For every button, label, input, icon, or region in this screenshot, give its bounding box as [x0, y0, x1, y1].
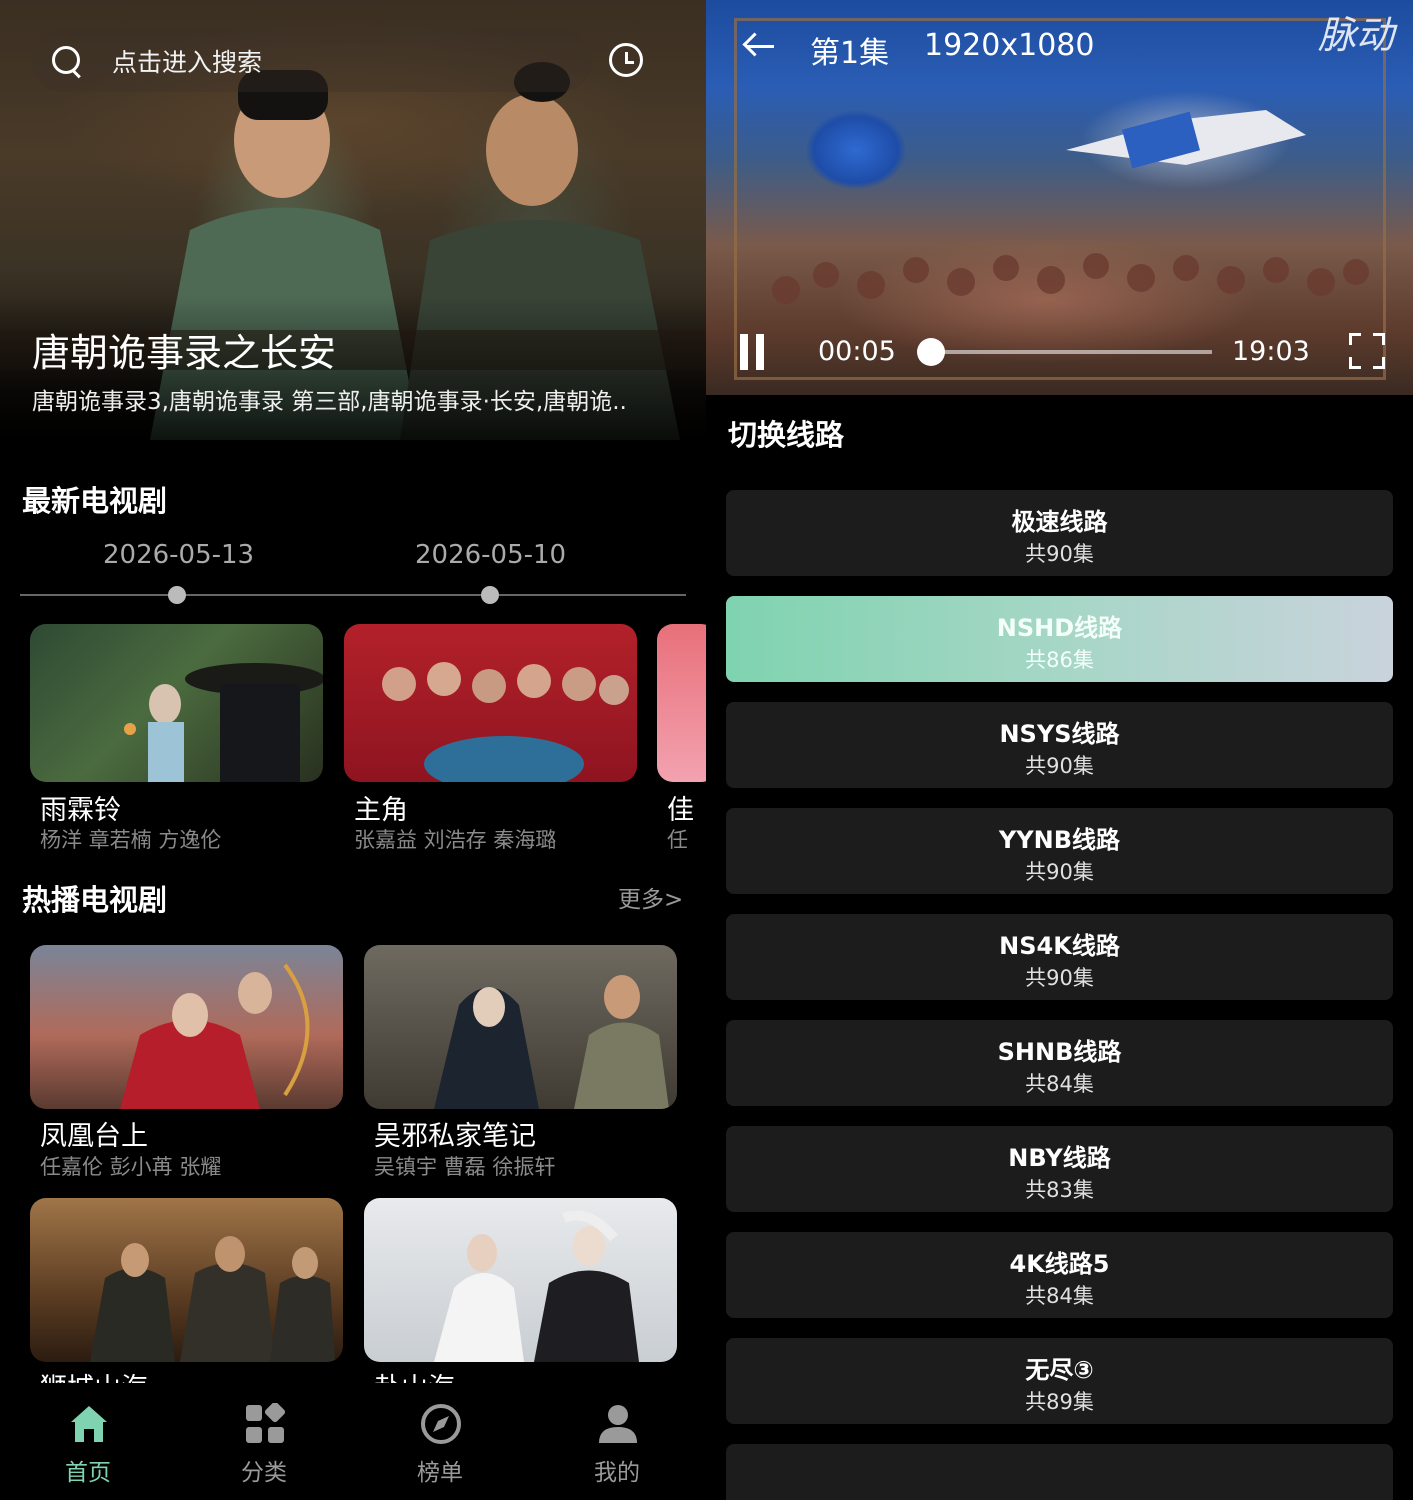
card-title[interactable]: 吴邪私家笔记 — [374, 1114, 536, 1153]
poster-latest-2[interactable] — [344, 624, 637, 782]
card-cast: 杨洋 章若楠 方逸伦 — [40, 828, 222, 852]
compass-icon — [421, 1404, 461, 1444]
poster-image — [120, 963, 310, 1109]
card-title[interactable]: 赴山海 — [374, 1366, 455, 1383]
hot-section-title: 热播电视剧 — [22, 883, 168, 917]
latest-section-title: 最新电视剧 — [22, 484, 168, 518]
route-episode-count: 共89集 — [1025, 1390, 1094, 1414]
route-option[interactable]: NSYS线路共90集 — [726, 702, 1393, 788]
poster-latest-1[interactable] — [30, 624, 323, 782]
route-list: 极速线路 共90集 NSHD线路 共86集 NSYS线路 共90集 YYNB线路 共90集 NS… — [726, 490, 1393, 1500]
route-option[interactable]: SHNB线路共84集 — [726, 1020, 1393, 1106]
nav-label: 分类 — [241, 1460, 287, 1486]
bottom-nav: 首页 分类 榜单 我的 — [0, 1383, 706, 1500]
poster-hot-3[interactable] — [30, 1198, 343, 1362]
nav-category[interactable]: 分类 — [204, 1383, 324, 1500]
route-option[interactable]: YYNB线路共90集 — [726, 808, 1393, 894]
more-link[interactable]: 更多> — [618, 880, 683, 914]
video-player[interactable]: 脉动 第1集 1920x1080 00:05 19:03 — [706, 0, 1413, 395]
fullscreen-icon[interactable] — [1349, 333, 1385, 369]
route-name: SHNB线路 — [997, 1038, 1122, 1066]
route-episode-count: 共90集 — [1025, 542, 1094, 566]
card-cast: 张嘉益 刘浩存 秦海璐 — [354, 828, 557, 852]
seek-thumb[interactable] — [917, 338, 946, 366]
seek-bar[interactable] — [917, 338, 1212, 366]
route-episode-count: 共90集 — [1025, 966, 1094, 990]
card-cast: 吴镇宇 曹磊 徐振轩 — [374, 1155, 556, 1179]
route-name: 极速线路 — [1011, 508, 1108, 536]
route-name: NSHD线路 — [996, 614, 1123, 642]
route-option[interactable]: 极速线路共90集 — [726, 490, 1393, 576]
home-icon — [71, 1406, 107, 1442]
route-episode-count: 共86集 — [1025, 648, 1094, 672]
route-episode-count: 共90集 — [1025, 754, 1094, 778]
route-option[interactable]: NS4K线路共90集 — [726, 914, 1393, 1000]
episode-label: 第1集 — [810, 36, 890, 71]
card-title[interactable]: 狮城山海 — [40, 1366, 148, 1383]
card-title[interactable]: 主角 — [354, 788, 408, 827]
route-episode-count: 共84集 — [1025, 1284, 1094, 1308]
card-cast: 任嘉伦 彭小苒 张耀 — [40, 1155, 222, 1179]
timeline-date[interactable]: 2026-05-10 — [415, 540, 566, 570]
search-icon — [50, 44, 84, 78]
route-option[interactable] — [726, 1444, 1393, 1500]
route-name: 无尽③ — [1025, 1356, 1094, 1384]
card-title[interactable]: 凤凰台上 — [40, 1114, 148, 1153]
route-name: NBY线路 — [1008, 1144, 1111, 1172]
nav-ranking[interactable]: 榜单 — [380, 1383, 500, 1500]
timeline-line — [20, 594, 686, 596]
timeline-dot[interactable] — [168, 586, 186, 604]
timeline-date[interactable]: 2026-05-13 — [103, 540, 254, 570]
user-icon — [599, 1405, 637, 1443]
route-episode-count: 共83集 — [1025, 1178, 1094, 1202]
nav-label: 首页 — [65, 1460, 111, 1486]
route-name: 4K线路5 — [1009, 1250, 1110, 1278]
time-total: 19:03 — [1232, 336, 1310, 367]
poster-image — [382, 662, 629, 782]
route-option[interactable]: NBY线路共83集 — [726, 1126, 1393, 1212]
poster-latest-3[interactable] — [657, 624, 706, 782]
timeline-dot[interactable] — [481, 586, 499, 604]
home-screen: 点击进入搜索 唐朝诡事录之长安 唐朝诡事录3,唐朝诡事录 第三部,唐朝诡事录·长… — [0, 0, 706, 1500]
route-option[interactable]: NSHD线路共86集 — [726, 596, 1393, 682]
poster-image — [124, 663, 323, 782]
poster-image — [90, 1236, 335, 1362]
card-cast: 任 — [667, 828, 688, 852]
back-arrow-icon[interactable] — [742, 30, 776, 64]
route-episode-count: 共84集 — [1025, 1072, 1094, 1096]
poster-image — [434, 975, 669, 1109]
hero-banner[interactable]: 点击进入搜索 唐朝诡事录之长安 唐朝诡事录3,唐朝诡事录 第三部,唐朝诡事录·长… — [0, 0, 706, 445]
video-frame-border — [734, 18, 1386, 380]
nav-label: 榜单 — [417, 1460, 463, 1486]
nav-label: 我的 — [594, 1460, 640, 1486]
route-episode-count: 共90集 — [1025, 860, 1094, 884]
card-title[interactable]: 佳 — [667, 788, 706, 827]
routes-title: 切换线路 — [728, 418, 845, 452]
search-placeholder: 点击进入搜索 — [112, 48, 263, 77]
nav-profile[interactable]: 我的 — [557, 1383, 677, 1500]
nav-home[interactable]: 首页 — [28, 1383, 148, 1500]
search-bar[interactable]: 点击进入搜索 — [32, 30, 592, 92]
watermark-logo: 脉动 — [1318, 13, 1395, 57]
route-name: NSYS线路 — [999, 720, 1120, 748]
history-clock-icon[interactable] — [609, 43, 643, 77]
route-option[interactable]: 无尽③ 共89集 — [726, 1338, 1393, 1424]
hero-subtitle: 唐朝诡事录3,唐朝诡事录 第三部,唐朝诡事录·长安,唐朝诡.. — [32, 389, 627, 415]
poster-hot-2[interactable] — [364, 945, 677, 1109]
hero-title[interactable]: 唐朝诡事录之长安 — [32, 322, 336, 377]
route-name: YYNB线路 — [998, 826, 1121, 854]
pause-icon[interactable] — [740, 334, 766, 370]
poster-hot-1[interactable] — [30, 945, 343, 1109]
time-current: 00:05 — [818, 336, 896, 367]
category-icon — [246, 1403, 286, 1443]
poster-image — [434, 1210, 639, 1362]
resolution-label: 1920x1080 — [924, 28, 1095, 63]
route-name: NS4K线路 — [999, 932, 1120, 960]
card-title[interactable]: 雨霖铃 — [40, 788, 121, 827]
player-screen: 脉动 第1集 1920x1080 00:05 19:03 切换线路 极速线路共9… — [706, 0, 1413, 1500]
route-option[interactable]: 4K线路5 共84集 — [726, 1232, 1393, 1318]
poster-hot-4[interactable] — [364, 1198, 677, 1362]
